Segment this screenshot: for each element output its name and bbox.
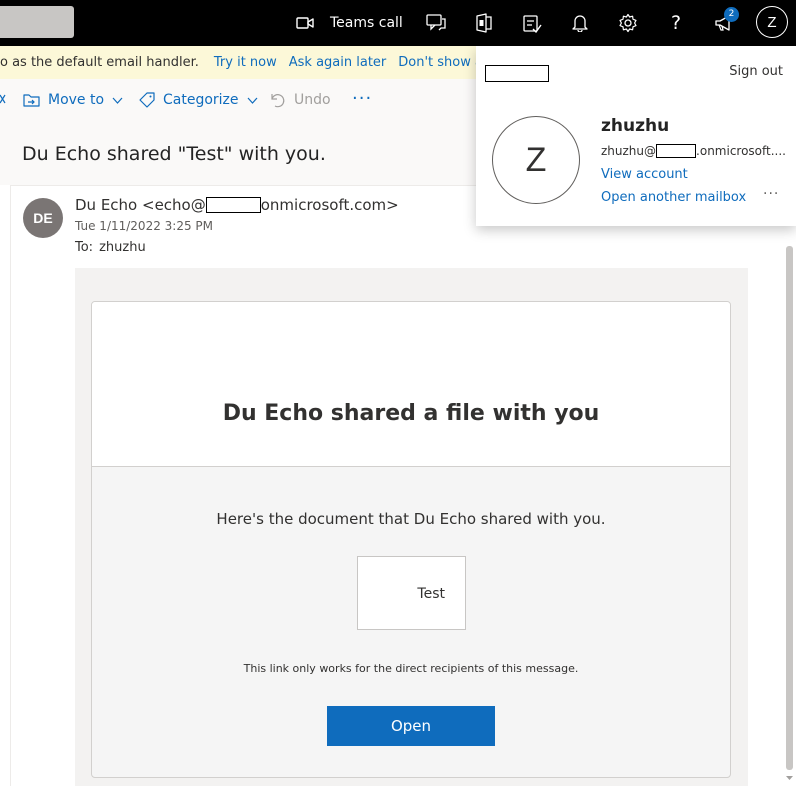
sender-avatar[interactable]: DE <box>23 198 63 238</box>
office-icon[interactable] <box>472 11 496 35</box>
tag-icon <box>139 92 155 108</box>
help-icon[interactable]: ? <box>664 11 688 35</box>
undo-button[interactable]: Undo <box>270 92 331 108</box>
message-date: Tue 1/11/2022 3:25 PM <box>75 219 214 233</box>
scroll-down-arrow-icon[interactable] <box>784 773 795 783</box>
more-actions-button[interactable]: ··· <box>352 88 372 109</box>
help-glyph: ? <box>670 12 682 34</box>
sign-out-link[interactable]: Sign out <box>729 64 783 79</box>
share-title: Du Echo shared a file with you <box>222 401 600 426</box>
account-flyout: Sign out Z zhuzhu zhuzhu@ .onmicrosoft..… <box>476 46 796 226</box>
email-prefix: zhuzhu@ <box>601 144 657 158</box>
categorize-label: Categorize <box>163 92 239 108</box>
share-description: Here's the document that Du Echo shared … <box>216 510 606 528</box>
chevron-down-icon <box>247 97 258 104</box>
file-tile[interactable]: Test <box>357 556 466 630</box>
ask-again-later-link[interactable]: Ask again later <box>289 55 387 70</box>
file-name: Test <box>417 586 445 602</box>
email-suffix: .onmicrosoft.... <box>696 144 786 158</box>
chevron-down-icon <box>112 97 123 104</box>
account-avatar-button[interactable]: Z <box>756 6 788 38</box>
redacted-box <box>205 197 261 213</box>
categorize-button[interactable]: Categorize <box>139 92 258 108</box>
undo-label: Undo <box>294 92 331 108</box>
teams-call-label: Teams call <box>330 15 403 31</box>
undo-icon <box>270 93 286 108</box>
to-label: To: <box>75 240 94 255</box>
account-avatar-large: Z <box>492 116 580 204</box>
video-icon <box>296 16 330 30</box>
bell-icon[interactable] <box>568 11 592 35</box>
notification-badge: 2 <box>724 7 739 22</box>
account-name: zhuzhu <box>601 116 670 136</box>
chat-icon[interactable] <box>424 11 448 35</box>
gear-icon[interactable] <box>616 11 640 35</box>
share-card: Du Echo shared a file with you Here's th… <box>91 301 731 778</box>
move-to-label: Move to <box>48 92 105 108</box>
infobar-message: o as the default email handler. <box>0 55 199 70</box>
folder-move-icon <box>23 93 40 107</box>
tasks-icon[interactable] <box>520 11 544 35</box>
move-to-button[interactable]: Move to <box>23 92 123 108</box>
sender-domain-suffix: onmicrosoft.com> <box>260 196 399 214</box>
open-button[interactable]: Open <box>327 706 495 746</box>
open-another-mailbox-link[interactable]: Open another mailbox <box>601 190 746 205</box>
try-it-now-link[interactable]: Try it now <box>214 55 277 70</box>
teams-call-button[interactable]: Teams call <box>296 10 403 36</box>
view-account-link[interactable]: View account <box>601 167 688 182</box>
top-header-bar: Teams call ? 2 Z <box>0 0 796 46</box>
share-card-header: Du Echo shared a file with you <box>92 302 730 467</box>
app-launcher-area[interactable] <box>0 6 74 38</box>
organization-logo <box>485 65 549 82</box>
sender-line[interactable]: Du Echo <echo@ onmicrosoft.com> <box>75 196 399 214</box>
scrollbar-thumb[interactable] <box>786 246 793 770</box>
close-icon[interactable] <box>0 94 6 104</box>
recipient-line: To: zhuzhu <box>75 240 146 255</box>
more-options-button[interactable]: ··· <box>763 186 779 202</box>
redacted-box <box>656 144 697 158</box>
share-note: This link only works for the direct reci… <box>243 662 579 675</box>
sender-name-prefix: Du Echo <echo@ <box>75 196 206 214</box>
account-email: zhuzhu@ .onmicrosoft.... <box>601 144 786 158</box>
recipient-name[interactable]: zhuzhu <box>99 240 146 255</box>
